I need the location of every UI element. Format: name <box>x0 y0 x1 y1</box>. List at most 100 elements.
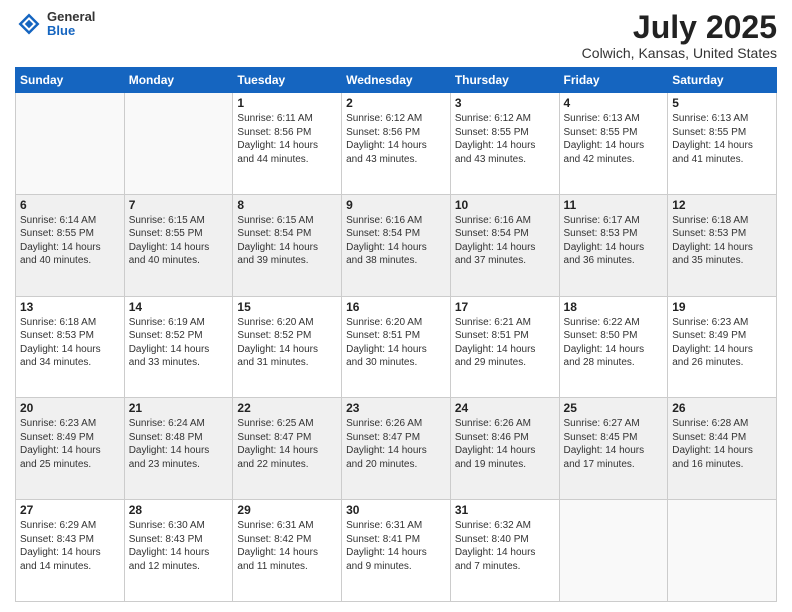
table-row: 16Sunrise: 6:20 AM Sunset: 8:51 PM Dayli… <box>342 296 451 398</box>
cell-info: Sunrise: 6:12 AM Sunset: 8:55 PM Dayligh… <box>455 112 555 166</box>
cell-day-number: 3 <box>455 96 555 110</box>
cell-info: Sunrise: 6:32 AM Sunset: 8:40 PM Dayligh… <box>455 519 555 573</box>
cell-day-number: 5 <box>672 96 772 110</box>
logo-blue: Blue <box>47 24 95 38</box>
table-row: 11Sunrise: 6:17 AM Sunset: 8:53 PM Dayli… <box>559 194 668 296</box>
cell-info: Sunrise: 6:19 AM Sunset: 8:52 PM Dayligh… <box>129 316 229 370</box>
cell-day-number: 17 <box>455 300 555 314</box>
table-row: 24 Sunrise: 6:26 AM Sunset: 8:46 PM Dayli… <box>450 398 559 500</box>
table-row: 10 Sunrise: 6:16 AM Sunset: 8:54 PM Dayli… <box>450 194 559 296</box>
cell-day-number: 8 <box>237 198 337 212</box>
cell-info: Sunrise: 6:20 AM Sunset: 8:52 PM Dayligh… <box>237 316 337 370</box>
table-row: 4 Sunrise: 6:13 AM Sunset: 8:55 PM Daylig… <box>559 93 668 195</box>
table-row: 7 Sunrise: 6:15 AM Sunset: 8:55 PM Daylig… <box>124 194 233 296</box>
table-row: 26 Sunrise: 6:28 AM Sunset: 8:44 PM Dayli… <box>668 398 777 500</box>
cell-info: Sunrise: 6:14 AM Sunset: 8:55 PM Dayligh… <box>20 214 120 268</box>
calendar-week-row: 20Sunrise: 6:23 AM Sunset: 8:49 PM Dayli… <box>16 398 777 500</box>
cell-info: Sunrise: 6:30 AM Sunset: 8:43 PM Dayligh… <box>129 519 229 573</box>
main-title: July 2025 <box>582 10 777 45</box>
calendar-week-row: 1 Sunrise: 6:11 AM Sunset: 8:56 PM Daylig… <box>16 93 777 195</box>
cell-info: Sunrise: 6:23 AM Sunset: 8:49 PM Dayligh… <box>20 417 120 471</box>
table-row <box>124 93 233 195</box>
table-row: 23 Sunrise: 6:26 AM Sunset: 8:47 PM Dayli… <box>342 398 451 500</box>
table-row: 22Sunrise: 6:25 AM Sunset: 8:47 PM Dayli… <box>233 398 342 500</box>
page: General Blue July 2025 Colwich, Kansas, … <box>0 0 792 612</box>
cell-info: Sunrise: 6:31 AM Sunset: 8:41 PM Dayligh… <box>346 519 446 573</box>
col-friday: Friday <box>559 68 668 93</box>
cell-info: Sunrise: 6:16 AM Sunset: 8:54 PM Dayligh… <box>455 214 555 268</box>
cell-info: Sunrise: 6:22 AM Sunset: 8:50 PM Dayligh… <box>564 316 664 370</box>
title-block: July 2025 Colwich, Kansas, United States <box>582 10 777 61</box>
cell-day-number: 9 <box>346 198 446 212</box>
cell-day-number: 13 <box>20 300 120 314</box>
cell-info: Sunrise: 6:23 AM Sunset: 8:49 PM Dayligh… <box>672 316 772 370</box>
cell-info: Sunrise: 6:31 AM Sunset: 8:42 PM Dayligh… <box>237 519 337 573</box>
cell-day-number: 11 <box>564 198 664 212</box>
cell-info: Sunrise: 6:15 AM Sunset: 8:54 PM Dayligh… <box>237 214 337 268</box>
header-row: Sunday Monday Tuesday Wednesday Thursday… <box>16 68 777 93</box>
cell-day-number: 30 <box>346 503 446 517</box>
col-thursday: Thursday <box>450 68 559 93</box>
header: General Blue July 2025 Colwich, Kansas, … <box>15 10 777 61</box>
table-row: 29 Sunrise: 6:31 AM Sunset: 8:42 PM Dayli… <box>233 500 342 602</box>
cell-day-number: 18 <box>564 300 664 314</box>
table-row <box>668 500 777 602</box>
cell-day-number: 23 <box>346 401 446 415</box>
cell-info: Sunrise: 6:26 AM Sunset: 8:46 PM Dayligh… <box>455 417 555 471</box>
calendar-week-row: 6 Sunrise: 6:14 AM Sunset: 8:55 PM Daylig… <box>16 194 777 296</box>
cell-day-number: 15 <box>237 300 337 314</box>
cell-info: Sunrise: 6:20 AM Sunset: 8:51 PM Dayligh… <box>346 316 446 370</box>
table-row: 28 Sunrise: 6:30 AM Sunset: 8:43 PM Dayli… <box>124 500 233 602</box>
logo-text: General Blue <box>47 10 95 39</box>
cell-day-number: 6 <box>20 198 120 212</box>
table-row: 12 Sunrise: 6:18 AM Sunset: 8:53 PM Dayli… <box>668 194 777 296</box>
table-row: 6 Sunrise: 6:14 AM Sunset: 8:55 PM Daylig… <box>16 194 125 296</box>
cell-day-number: 4 <box>564 96 664 110</box>
cell-day-number: 7 <box>129 198 229 212</box>
cell-day-number: 28 <box>129 503 229 517</box>
logo-general: General <box>47 10 95 24</box>
col-monday: Monday <box>124 68 233 93</box>
table-row: 2Sunrise: 6:12 AM Sunset: 8:56 PM Daylig… <box>342 93 451 195</box>
logo-icon <box>15 10 43 38</box>
cell-day-number: 12 <box>672 198 772 212</box>
cell-day-number: 24 <box>455 401 555 415</box>
table-row: 3 Sunrise: 6:12 AM Sunset: 8:55 PM Daylig… <box>450 93 559 195</box>
table-row <box>16 93 125 195</box>
table-row <box>559 500 668 602</box>
col-wednesday: Wednesday <box>342 68 451 93</box>
logo: General Blue <box>15 10 95 39</box>
table-row: 18 Sunrise: 6:22 AM Sunset: 8:50 PM Dayli… <box>559 296 668 398</box>
cell-info: Sunrise: 6:24 AM Sunset: 8:48 PM Dayligh… <box>129 417 229 471</box>
col-tuesday: Tuesday <box>233 68 342 93</box>
cell-day-number: 1 <box>237 96 337 110</box>
cell-day-number: 14 <box>129 300 229 314</box>
subtitle: Colwich, Kansas, United States <box>582 45 777 61</box>
cell-day-number: 25 <box>564 401 664 415</box>
table-row: 21 Sunrise: 6:24 AM Sunset: 8:48 PM Dayli… <box>124 398 233 500</box>
cell-day-number: 21 <box>129 401 229 415</box>
table-row: 17Sunrise: 6:21 AM Sunset: 8:51 PM Dayli… <box>450 296 559 398</box>
calendar-week-row: 13Sunrise: 6:18 AM Sunset: 8:53 PM Dayli… <box>16 296 777 398</box>
cell-info: Sunrise: 6:28 AM Sunset: 8:44 PM Dayligh… <box>672 417 772 471</box>
cell-info: Sunrise: 6:13 AM Sunset: 8:55 PM Dayligh… <box>564 112 664 166</box>
cell-day-number: 31 <box>455 503 555 517</box>
cell-day-number: 26 <box>672 401 772 415</box>
cell-info: Sunrise: 6:26 AM Sunset: 8:47 PM Dayligh… <box>346 417 446 471</box>
table-row: 19Sunrise: 6:23 AM Sunset: 8:49 PM Dayli… <box>668 296 777 398</box>
cell-info: Sunrise: 6:11 AM Sunset: 8:56 PM Dayligh… <box>237 112 337 166</box>
col-sunday: Sunday <box>16 68 125 93</box>
calendar-table: Sunday Monday Tuesday Wednesday Thursday… <box>15 67 777 602</box>
cell-info: Sunrise: 6:18 AM Sunset: 8:53 PM Dayligh… <box>672 214 772 268</box>
cell-day-number: 10 <box>455 198 555 212</box>
cell-info: Sunrise: 6:12 AM Sunset: 8:56 PM Dayligh… <box>346 112 446 166</box>
cell-info: Sunrise: 6:29 AM Sunset: 8:43 PM Dayligh… <box>20 519 120 573</box>
table-row: 14 Sunrise: 6:19 AM Sunset: 8:52 PM Dayli… <box>124 296 233 398</box>
table-row: 20Sunrise: 6:23 AM Sunset: 8:49 PM Dayli… <box>16 398 125 500</box>
cell-info: Sunrise: 6:16 AM Sunset: 8:54 PM Dayligh… <box>346 214 446 268</box>
cell-day-number: 29 <box>237 503 337 517</box>
cell-info: Sunrise: 6:13 AM Sunset: 8:55 PM Dayligh… <box>672 112 772 166</box>
cell-info: Sunrise: 6:15 AM Sunset: 8:55 PM Dayligh… <box>129 214 229 268</box>
table-row: 9 Sunrise: 6:16 AM Sunset: 8:54 PM Daylig… <box>342 194 451 296</box>
table-row: 31 Sunrise: 6:32 AM Sunset: 8:40 PM Dayli… <box>450 500 559 602</box>
